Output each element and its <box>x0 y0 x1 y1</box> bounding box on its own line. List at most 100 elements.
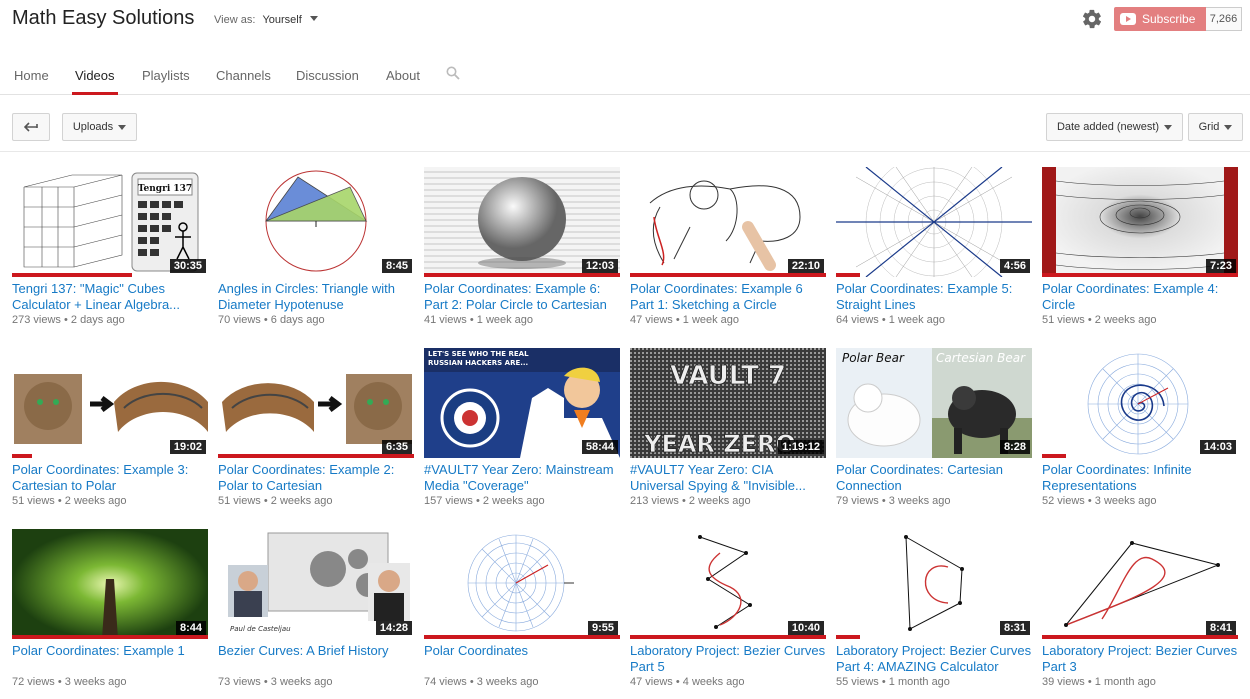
video-title[interactable]: Angles in Circles: Triangle with Diamete… <box>218 281 414 313</box>
video-thumbnail[interactable]: 9:55 <box>424 529 620 639</box>
youtube-logo-icon <box>1120 13 1136 25</box>
video-card[interactable]: 9:55 Polar Coordinates 74 views • 3 week… <box>424 529 620 699</box>
thumb-caption: Paul de Casteljau <box>230 625 291 633</box>
thumb-caption: VAULT 7 <box>670 361 786 391</box>
gear-icon[interactable] <box>1081 8 1103 30</box>
video-title[interactable]: Laboratory Project: Bezier Curves Part 5 <box>630 643 826 675</box>
watch-progress-bar <box>12 454 32 458</box>
video-title[interactable]: Polar Coordinates: Example 4: Circle <box>1042 281 1238 313</box>
video-title[interactable]: Polar Coordinates: Cartesian Connection <box>836 462 1032 494</box>
view-count: 73 views <box>218 676 261 688</box>
video-thumbnail[interactable]: Tengri 137 30:35 <box>12 167 208 277</box>
video-card[interactable]: 4:56 Polar Coordinates: Example 5: Strai… <box>836 167 1032 337</box>
video-title[interactable]: Polar Coordinates: Example 3: Cartesian … <box>12 462 208 494</box>
video-duration: 1:19:12 <box>778 440 824 454</box>
view-count: 72 views <box>12 676 55 688</box>
video-thumbnail[interactable]: 6:35 <box>218 348 414 458</box>
video-thumbnail[interactable]: 8:41 <box>1042 529 1238 639</box>
search-icon[interactable] <box>446 66 460 80</box>
video-title[interactable]: Laboratory Project: Bezier Curves Part 3 <box>1042 643 1238 675</box>
video-thumbnail[interactable]: Polar Bear Cartesian Bear 8:28 <box>836 348 1032 458</box>
video-meta: 273 views • 2 days ago <box>12 314 125 326</box>
video-thumbnail[interactable]: 19:02 <box>12 348 208 458</box>
video-duration: 8:31 <box>999 621 1030 635</box>
video-card[interactable]: LET'S SEE WHO THE REAL RUSSIAN HACKERS A… <box>424 348 620 518</box>
video-thumbnail[interactable]: 8:45 <box>218 167 414 277</box>
chevron-down-icon <box>118 124 127 130</box>
subscribe-button[interactable]: Subscribe <box>1114 7 1206 31</box>
channel-title[interactable]: Math Easy Solutions <box>12 7 194 30</box>
video-thumbnail[interactable]: LET'S SEE WHO THE REAL RUSSIAN HACKERS A… <box>424 348 620 458</box>
view-mode-dropdown[interactable]: Grid <box>1188 113 1243 141</box>
video-duration: 30:35 <box>169 259 206 273</box>
video-meta: 51 views • 2 weeks ago <box>218 495 333 507</box>
view-count: 55 views <box>836 676 879 688</box>
video-card[interactable]: 10:40 Laboratory Project: Bezier Curves … <box>630 529 826 699</box>
video-thumbnail[interactable]: 12:03 <box>424 167 620 277</box>
video-title[interactable]: Polar Coordinates: Example 5: Straight L… <box>836 281 1032 313</box>
tab-about[interactable]: About <box>386 68 420 94</box>
video-card[interactable]: VAULT 7 YEAR ZERO 1:19:12 #VAULT7 Year Z… <box>630 348 826 518</box>
video-card[interactable]: Tengri 137 30:35 Tengri 137: "Magic" Cub… <box>12 167 208 337</box>
view-count: 273 views <box>12 314 61 326</box>
video-duration: 58:44 <box>581 440 618 454</box>
video-thumbnail[interactable]: 7:23 <box>1042 167 1238 277</box>
video-title[interactable]: Polar Coordinates: Example 2: Polar to C… <box>218 462 414 494</box>
sort-dropdown[interactable]: Date added (newest) <box>1046 113 1183 141</box>
video-thumbnail[interactable]: 8:44 <box>12 529 208 639</box>
video-card[interactable]: 8:41 Laboratory Project: Bezier Curves P… <box>1042 529 1238 699</box>
video-thumbnail[interactable]: 4:56 <box>836 167 1032 277</box>
upload-age: 3 weeks ago <box>270 676 333 688</box>
upload-age: 1 month ago <box>888 676 950 688</box>
back-button[interactable] <box>12 113 50 141</box>
video-meta: 64 views • 1 week ago <box>836 314 946 326</box>
video-thumbnail[interactable]: Paul de Casteljau 14:28 <box>218 529 414 639</box>
video-title[interactable]: Polar Coordinates: Example 6 Part 1: Ske… <box>630 281 826 313</box>
chevron-down-icon <box>1224 124 1233 130</box>
watch-progress-bar <box>12 635 208 639</box>
video-title[interactable]: Tengri 137: "Magic" Cubes Calculator + L… <box>12 281 208 313</box>
video-card[interactable]: 19:02 Polar Coordinates: Example 3: Cart… <box>12 348 208 518</box>
uploads-dropdown[interactable]: Uploads <box>62 113 137 141</box>
upload-age: 1 week ago <box>476 314 534 326</box>
video-duration: 8:45 <box>381 259 412 273</box>
video-card[interactable]: 6:35 Polar Coordinates: Example 2: Polar… <box>218 348 414 518</box>
video-title[interactable]: Polar Coordinates: Example 1 <box>12 643 208 659</box>
video-title[interactable]: Polar Coordinates <box>424 643 620 659</box>
video-duration: 14:03 <box>1199 440 1236 454</box>
video-title[interactable]: #VAULT7 Year Zero: CIA Universal Spying … <box>630 462 826 494</box>
tab-home[interactable]: Home <box>14 68 49 94</box>
video-thumbnail[interactable]: 14:03 <box>1042 348 1238 458</box>
video-card[interactable]: 22:10 Polar Coordinates: Example 6 Part … <box>630 167 826 337</box>
video-thumbnail[interactable]: 8:31 <box>836 529 1032 639</box>
video-card[interactable]: Paul de Casteljau 14:28 Bezier Curves: A… <box>218 529 414 699</box>
tab-videos[interactable]: Videos <box>72 68 118 95</box>
video-title[interactable]: Laboratory Project: Bezier Curves Part 4… <box>836 643 1032 675</box>
video-card[interactable]: 7:23 Polar Coordinates: Example 4: Circl… <box>1042 167 1238 337</box>
thumb-caption: Polar Bear <box>842 351 905 365</box>
video-card[interactable]: 8:31 Laboratory Project: Bezier Curves P… <box>836 529 1032 699</box>
watch-progress-bar <box>1042 454 1066 458</box>
video-thumbnail[interactable]: 10:40 <box>630 529 826 639</box>
back-arrow-icon <box>24 122 38 132</box>
video-title[interactable]: #VAULT7 Year Zero: Mainstream Media "Cov… <box>424 462 620 494</box>
video-title[interactable]: Polar Coordinates: Infinite Representati… <box>1042 462 1238 494</box>
view-count: 51 views <box>12 495 55 507</box>
video-card[interactable]: 8:44 Polar Coordinates: Example 1 72 vie… <box>12 529 208 699</box>
view-as-selector[interactable]: View as: Yourself <box>214 14 318 26</box>
tab-playlists[interactable]: Playlists <box>142 68 190 94</box>
view-count: 39 views <box>1042 676 1085 688</box>
tab-channels[interactable]: Channels <box>216 68 271 94</box>
video-card[interactable]: 8:45 Angles in Circles: Triangle with Di… <box>218 167 414 337</box>
view-count: 41 views <box>424 314 467 326</box>
view-count: 51 views <box>1042 314 1085 326</box>
watch-progress-bar <box>630 273 826 277</box>
video-card[interactable]: 14:03 Polar Coordinates: Infinite Repres… <box>1042 348 1238 518</box>
video-title[interactable]: Polar Coordinates: Example 6: Part 2: Po… <box>424 281 620 313</box>
video-card[interactable]: 12:03 Polar Coordinates: Example 6: Part… <box>424 167 620 337</box>
video-thumbnail[interactable]: VAULT 7 YEAR ZERO 1:19:12 <box>630 348 826 458</box>
video-card[interactable]: Polar Bear Cartesian Bear 8:28 Polar Coo… <box>836 348 1032 518</box>
video-title[interactable]: Bezier Curves: A Brief History <box>218 643 414 659</box>
video-thumbnail[interactable]: 22:10 <box>630 167 826 277</box>
tab-discussion[interactable]: Discussion <box>296 68 359 94</box>
